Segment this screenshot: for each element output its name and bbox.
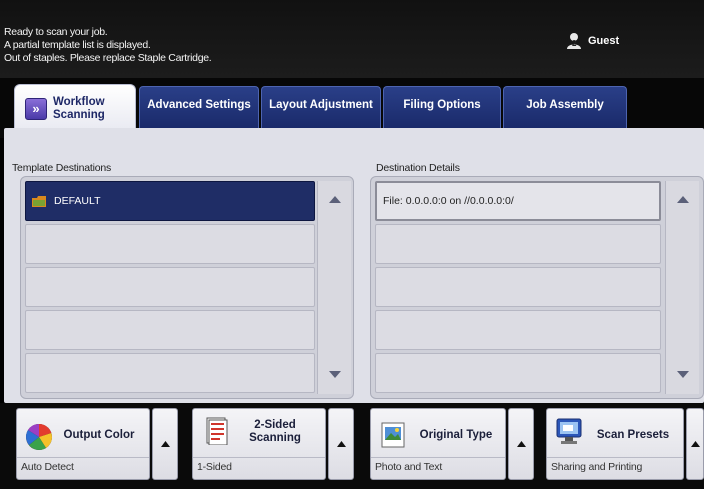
- tab-label: Workflow: [53, 95, 105, 108]
- output-color-value: Auto Detect: [21, 461, 74, 473]
- arrow-up-icon: [516, 441, 526, 447]
- color-wheel-icon: [26, 423, 52, 450]
- list-item[interactable]: [25, 224, 315, 264]
- details-scrollbar[interactable]: [665, 181, 699, 394]
- destination-detail-item[interactable]: File: 0.0.0.0:0 on //0.0.0.0:0/: [375, 181, 661, 221]
- destination-details-heading: Destination Details: [376, 162, 460, 174]
- photo-document-icon: [381, 422, 405, 448]
- tab-workflow-scanning[interactable]: » Workflow Scanning: [14, 84, 136, 132]
- destination-detail-label: File: 0.0.0.0:0 on //0.0.0.0:0/: [383, 195, 514, 207]
- destination-details-list: File: 0.0.0.0:0 on //0.0.0.0:0/: [370, 176, 704, 399]
- scan-presets-title: Scan Presets: [596, 429, 670, 441]
- scroll-down-button[interactable]: [318, 356, 352, 392]
- arrow-up-icon: [690, 441, 700, 447]
- tab-label: Job Assembly: [526, 99, 604, 111]
- status-message: Out of staples. Please replace Staple Ca…: [4, 52, 212, 64]
- arrow-down-icon: [677, 370, 689, 378]
- scroll-up-button[interactable]: [666, 181, 700, 217]
- tab-label: Advanced Settings: [147, 99, 251, 111]
- user-indicator[interactable]: 2 Guest: [566, 32, 619, 50]
- workflow-scan-icon: »: [25, 97, 47, 120]
- tab-label: Layout Adjustment: [269, 99, 373, 111]
- status-messages: Ready to scan your job. A partial templa…: [4, 26, 212, 65]
- arrow-down-icon: [329, 370, 341, 378]
- arrow-up-icon: [329, 195, 341, 203]
- arrow-up-icon: [160, 441, 170, 447]
- status-bar: Ready to scan your job. A partial templa…: [0, 0, 704, 78]
- arrow-up-icon: [677, 195, 689, 203]
- user-icon: 2: [567, 33, 581, 49]
- template-scrollbar[interactable]: [317, 181, 351, 394]
- output-color-button[interactable]: Output Color Auto Detect: [16, 408, 150, 480]
- status-message: Ready to scan your job.: [4, 26, 108, 38]
- tab-job-assembly[interactable]: Job Assembly: [503, 86, 627, 128]
- template-item-label: DEFAULT: [54, 195, 101, 207]
- scan-presets-button[interactable]: Scan Presets Sharing and Printing: [546, 408, 684, 480]
- duplex-page-icon: [206, 417, 228, 445]
- status-message: A partial template list is displayed.: [4, 39, 151, 51]
- list-item[interactable]: [375, 353, 661, 393]
- original-type-value: Photo and Text: [375, 461, 443, 473]
- user-name: Guest: [588, 35, 620, 47]
- content-panel: Template Destinations Destination Detail…: [4, 128, 704, 403]
- monitor-preset-icon: [556, 418, 582, 444]
- scroll-up-button[interactable]: [318, 181, 352, 217]
- scroll-down-button[interactable]: [666, 356, 700, 392]
- scan-presets-expand-button[interactable]: [686, 408, 704, 480]
- tab-layout-adjustment[interactable]: Layout Adjustment: [261, 86, 381, 128]
- original-type-expand-button[interactable]: [508, 408, 534, 480]
- list-item[interactable]: [375, 224, 661, 264]
- arrow-up-icon: [336, 441, 346, 447]
- original-type-title: Original Type: [419, 429, 493, 441]
- tab-label: Filing Options: [403, 99, 481, 111]
- two-sided-title-line: 2-Sided: [254, 419, 296, 431]
- scan-presets-value: Sharing and Printing: [551, 461, 643, 473]
- list-item[interactable]: [25, 267, 315, 307]
- tab-label: Scanning: [53, 108, 105, 121]
- template-destinations-heading: Template Destinations: [12, 162, 112, 174]
- list-item[interactable]: [25, 310, 315, 350]
- original-type-button[interactable]: Original Type Photo and Text: [370, 408, 506, 480]
- tab-advanced-settings[interactable]: Advanced Settings: [139, 86, 259, 128]
- two-sided-title-line: Scanning: [249, 432, 301, 444]
- list-item[interactable]: [375, 267, 661, 307]
- two-sided-expand-button[interactable]: [328, 408, 354, 480]
- tab-filing-options[interactable]: Filing Options: [383, 86, 501, 128]
- template-list: DEFAULT: [20, 176, 354, 399]
- template-item-default[interactable]: DEFAULT: [25, 181, 315, 221]
- two-sided-scanning-button[interactable]: 2-Sided Scanning 1-Sided: [192, 408, 326, 480]
- svg-text:2: 2: [572, 39, 577, 48]
- list-item[interactable]: [25, 353, 315, 393]
- two-sided-value: 1-Sided: [197, 461, 232, 473]
- list-item[interactable]: [375, 310, 661, 350]
- output-color-title: Output Color: [63, 429, 135, 441]
- output-color-expand-button[interactable]: [152, 408, 178, 480]
- template-folder-icon: [32, 195, 46, 207]
